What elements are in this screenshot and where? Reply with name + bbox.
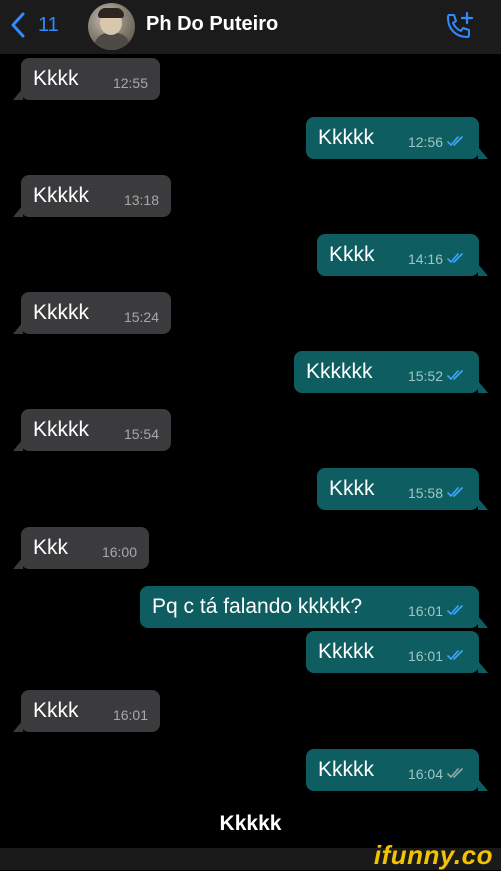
message-time: 15:24: [123, 309, 159, 325]
bubble-tail: [478, 616, 488, 628]
read-receipt-icon: [447, 650, 463, 661]
outgoing-message[interactable]: Kkkkk 16:04: [306, 749, 488, 791]
chat-header: 11 Ph Do Puteiro: [0, 0, 501, 54]
ifunny-watermark: ifunny.co: [373, 840, 493, 870]
message-text: Kkkk: [329, 477, 375, 500]
bubble-tail: [13, 557, 23, 569]
chevron-left-icon: [11, 12, 25, 38]
message-text: Kkkk: [329, 243, 375, 266]
read-receipt-icon: [447, 253, 463, 264]
add-call-icon[interactable]: [443, 10, 475, 42]
outgoing-message[interactable]: Pq c tá falando kkkkk? 16:01: [140, 586, 488, 628]
message-text: Kkkkkk: [306, 360, 373, 383]
bubble-tail: [478, 661, 488, 673]
message-text: Pq c tá falando kkkkk?: [152, 595, 363, 618]
message-text: Kkkkk: [33, 301, 90, 324]
bubble-tail: [13, 439, 23, 451]
incoming-message[interactable]: Kkkk 12:55: [13, 58, 160, 100]
bubble-tail: [478, 264, 488, 276]
message-text: Kkkkk: [33, 184, 90, 207]
message-time: 15:52: [407, 368, 443, 384]
bubble-tail: [13, 322, 23, 334]
bubble-tail: [478, 498, 488, 510]
message-text: Kkkk: [33, 67, 79, 90]
message-time: 16:01: [407, 603, 443, 619]
delivered-receipt-icon: [447, 768, 463, 779]
message-text: Kkkk: [33, 699, 79, 722]
message-text: Kkk: [33, 536, 69, 559]
incoming-message[interactable]: Kkkk 16:01: [13, 690, 160, 732]
message-time: 16:01: [407, 648, 443, 664]
read-receipt-icon: [447, 136, 463, 147]
back-button[interactable]: 11: [10, 12, 59, 38]
caption-text: Kkkkk: [219, 812, 282, 835]
message-time: 15:58: [407, 485, 443, 501]
bubble-tail: [478, 381, 488, 393]
bubble-tail: [13, 88, 23, 100]
incoming-message[interactable]: Kkkkk 13:18: [13, 175, 171, 217]
message-text: Kkkkk: [318, 640, 375, 663]
message-text: Kkkkk: [33, 418, 90, 441]
message-time: 16:01: [112, 707, 148, 723]
bubble-tail: [13, 720, 23, 732]
incoming-message[interactable]: Kkk 16:00: [13, 527, 149, 569]
message-time: 12:55: [112, 75, 148, 91]
read-receipt-icon: [447, 605, 463, 616]
bubble-tail: [478, 147, 488, 159]
message-time: 15:54: [123, 426, 159, 442]
outgoing-message[interactable]: Kkkk 14:16: [317, 234, 488, 276]
contact-name[interactable]: Ph Do Puteiro: [146, 13, 278, 36]
outgoing-message[interactable]: Kkkk 15:58: [317, 468, 488, 510]
unread-count: 11: [38, 13, 59, 36]
avatar[interactable]: [88, 3, 135, 50]
message-time: 16:00: [101, 544, 137, 560]
message-time: 13:18: [123, 192, 159, 208]
incoming-message[interactable]: Kkkkk 15:24: [13, 292, 171, 334]
message-time: 12:56: [407, 134, 443, 150]
message-text: Kkkkk: [318, 758, 375, 781]
read-receipt-icon: [447, 487, 463, 498]
message-text: Kkkkk: [318, 126, 375, 149]
outgoing-message[interactable]: Kkkkk 16:01: [306, 631, 488, 673]
incoming-message[interactable]: Kkkkk 15:54: [13, 409, 171, 451]
bubble-tail: [478, 779, 488, 791]
read-receipt-icon: [447, 370, 463, 381]
message-time: 14:16: [407, 251, 443, 267]
message-time: 16:04: [407, 766, 443, 782]
bubble-tail: [13, 205, 23, 217]
outgoing-message[interactable]: Kkkkk 12:56: [306, 117, 488, 159]
outgoing-message[interactable]: Kkkkkk 15:52: [294, 351, 488, 393]
